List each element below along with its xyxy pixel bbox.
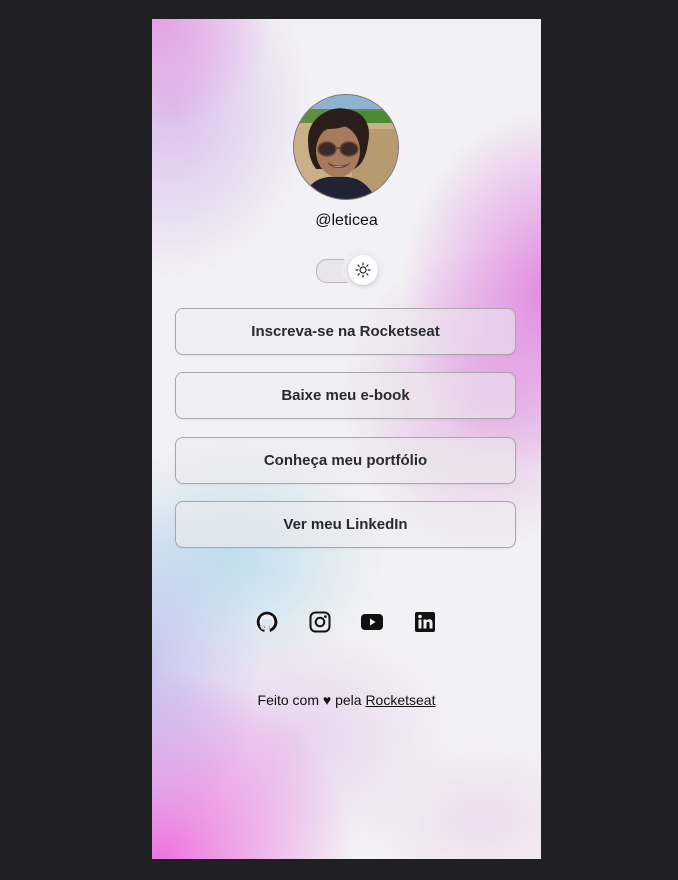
instagram-icon[interactable] <box>308 610 332 634</box>
footer: Feito com ♥ pela Rocketseat <box>152 692 541 708</box>
link-button-rocketseat[interactable]: Inscreva-se na Rocketseat <box>175 308 516 355</box>
profile-card: @leticea Inscreva-se na Rocketseat Baixe… <box>152 19 541 859</box>
username: @leticea <box>315 212 378 229</box>
avatar <box>293 94 399 200</box>
theme-toggle-knob[interactable] <box>348 255 378 285</box>
link-button-linkedin[interactable]: Ver meu LinkedIn <box>175 501 516 548</box>
avatar-photo <box>294 95 398 199</box>
link-button-portfolio[interactable]: Conheça meu portfólio <box>175 437 516 484</box>
social-links <box>152 610 541 634</box>
sun-icon <box>355 262 371 278</box>
link-button-ebook[interactable]: Baixe meu e-book <box>175 372 516 419</box>
footer-rocketseat-link[interactable]: Rocketseat <box>365 692 435 708</box>
youtube-icon[interactable] <box>360 610 384 634</box>
footer-text: Feito com ♥ pela <box>257 692 362 708</box>
linkedin-icon[interactable] <box>413 610 437 634</box>
github-icon[interactable] <box>255 610 279 634</box>
